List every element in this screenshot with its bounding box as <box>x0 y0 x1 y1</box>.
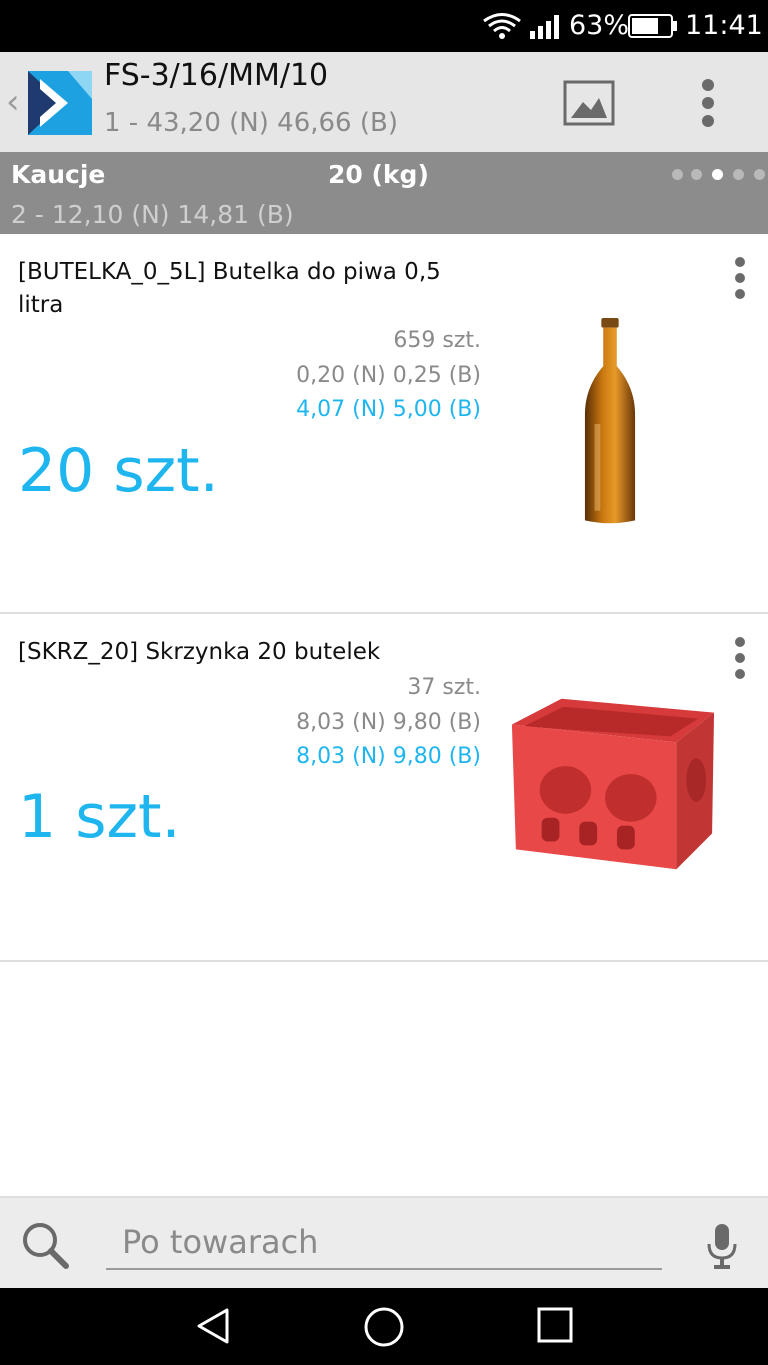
signal-icon <box>530 15 559 39</box>
home-icon[interactable] <box>363 1306 405 1348</box>
mic-icon[interactable] <box>706 1222 738 1270</box>
category-bar[interactable]: Kaucje 20 (kg) 2 - 12,10 (N) 14,81 (B) <box>0 152 768 234</box>
product-total-price: 4,07 (N) 5,00 (B) <box>296 397 481 422</box>
product-name: [SKRZ_20] Skrzynka 20 butelek <box>18 639 381 665</box>
image-icon[interactable] <box>563 80 615 126</box>
back-icon[interactable] <box>193 1306 233 1346</box>
page-dot <box>754 169 765 180</box>
app-logo[interactable] <box>28 71 92 135</box>
wifi-icon <box>483 13 521 39</box>
battery-icon <box>628 14 677 38</box>
search-icon[interactable] <box>20 1220 70 1270</box>
app-header: ‹ FS-3/16/MM/10 1 - 43,20 (N) 46,66 (B) <box>0 52 768 152</box>
category-weight: 20 (kg) <box>328 160 429 189</box>
page-dot <box>733 169 744 180</box>
more-vert-icon[interactable] <box>728 256 752 300</box>
product-card[interactable]: [BUTELKA_0_5L] Butelka do piwa 0,5 litra… <box>0 234 768 614</box>
more-vert-icon[interactable] <box>728 636 752 680</box>
product-quantity[interactable]: 1 szt. <box>18 782 181 852</box>
clock: 11:41 <box>685 10 763 41</box>
more-vert-icon[interactable] <box>696 78 720 128</box>
page-dot <box>672 169 683 180</box>
product-quantity[interactable]: 20 szt. <box>18 436 219 506</box>
chevron-left-icon[interactable]: ‹ <box>6 82 20 122</box>
bottle-crate-image <box>511 698 715 870</box>
category-label: Kaucje <box>11 160 106 189</box>
product-name: [BUTELKA_0_5L] Butelka do piwa 0,5 litra <box>18 259 441 318</box>
product-stock: 659 szt. <box>393 328 481 353</box>
battery-percent: 63% <box>569 10 630 41</box>
search-bar <box>0 1196 768 1288</box>
category-summary: 2 - 12,10 (N) 14,81 (B) <box>11 200 294 229</box>
product-stock: 37 szt. <box>407 675 481 700</box>
system-nav-bar <box>0 1288 768 1365</box>
page-dot <box>691 169 702 180</box>
product-unit-price: 0,20 (N) 0,25 (B) <box>296 363 481 388</box>
product-total-price: 8,03 (N) 9,80 (B) <box>296 744 481 769</box>
document-title: FS-3/16/MM/10 <box>104 58 329 93</box>
status-bar: 63% 11:41 <box>0 0 768 52</box>
recents-icon[interactable] <box>536 1306 574 1344</box>
beer-bottle-image <box>584 318 636 524</box>
product-unit-price: 8,03 (N) 9,80 (B) <box>296 710 481 735</box>
document-summary: 1 - 43,20 (N) 46,66 (B) <box>104 108 398 138</box>
search-input[interactable] <box>106 1216 662 1270</box>
page-dot-active <box>712 169 723 180</box>
product-card[interactable]: [SKRZ_20] Skrzynka 20 butelek 37 szt. 8,… <box>0 614 768 962</box>
